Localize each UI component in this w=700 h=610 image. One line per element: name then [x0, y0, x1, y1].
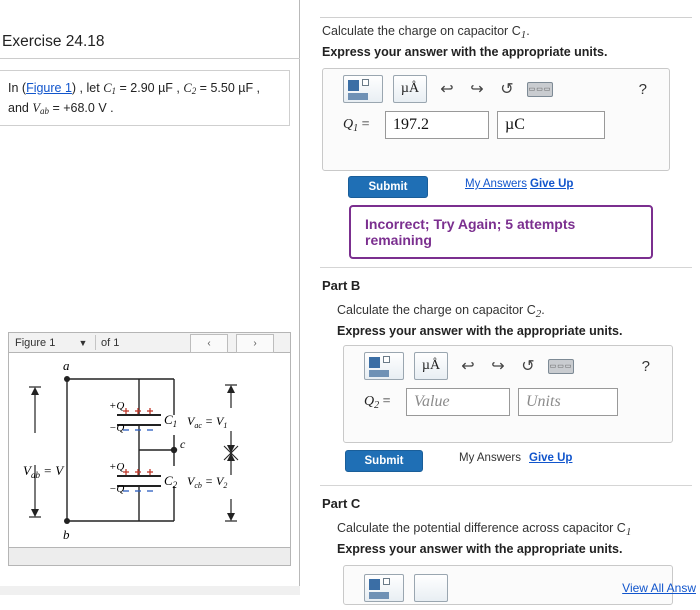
c1-label: C1 [164, 412, 177, 429]
vab-subscript: ab [39, 105, 49, 116]
part-b-question-period: . [541, 303, 545, 317]
part-a-answer-symbol: Q [343, 116, 354, 132]
matrix-icon[interactable] [364, 352, 404, 380]
part-c-question-sub: 1 [625, 526, 632, 538]
exercise-title: Exercise 24.18 [0, 33, 300, 51]
part-c-question: Calculate the potential difference acros… [337, 521, 689, 538]
exercise-title-text: Exercise 24.18 [2, 33, 105, 50]
part-b-entry-row: Q2 = Value Units [344, 388, 672, 426]
part-b-answer-equals: = [379, 393, 391, 409]
part-b-my-answers-link[interactable]: My Answers [459, 452, 521, 464]
keyboard-icon[interactable]: ▭▭▭ [548, 358, 574, 374]
part-c-instruction: Express your answer with the appropriate… [337, 542, 623, 556]
part-a-my-answers-link[interactable]: My Answers [465, 178, 527, 190]
vab-symbol: V [32, 100, 40, 115]
part-a-answer-label: Q1 = [343, 117, 377, 134]
figure-next-button[interactable]: › [236, 334, 274, 353]
part-b-toolbar: µÅ ↩ ↪ ↺ ▭▭▭ ? [344, 346, 672, 388]
part-b-answer-card: µÅ ↩ ↪ ↺ ▭▭▭ ? Q2 = Value Units [343, 345, 673, 443]
part-a-entry-row: Q1 = 197.2 µC [323, 111, 669, 149]
part-a-question: Calculate the charge on capacitor C1. [322, 24, 682, 41]
c2-value: = 5.50 µF , [196, 81, 261, 95]
part-a-give-up-link[interactable]: Give Up [530, 178, 573, 190]
vcb-label: Vcb = V2 [187, 474, 227, 490]
keyboard-icon[interactable]: ▭▭▭ [527, 81, 553, 97]
node-b-label: b [63, 527, 70, 542]
vab-label: Vab = V [23, 463, 65, 480]
reset-icon[interactable]: ↺ [497, 79, 517, 99]
undo-icon[interactable]: ↩ [437, 79, 457, 99]
figure-of-label: of 1 [101, 337, 120, 349]
node-a-label: a [63, 358, 70, 373]
part-a-answer-equals: = [358, 116, 370, 132]
figure-prev-button[interactable]: ‹ [190, 334, 228, 353]
units-icon[interactable]: µÅ [393, 75, 427, 103]
c1-value: = 2.90 µF , [116, 81, 180, 95]
part-b-answer-symbol: Q [364, 393, 375, 409]
part-a-question-text: Calculate the charge on capacitor C [322, 24, 521, 38]
figure-label: Figure 1 [15, 336, 56, 349]
part-b-value-input[interactable]: Value [406, 388, 510, 416]
c2-minus-charge: −Q [109, 483, 124, 495]
problem-prefix: In ( [8, 81, 27, 95]
circuit-diagram: a b c +Q −Q +Q −Q C1 C2 Vab = V Vac = V1… [23, 358, 239, 542]
matrix-icon[interactable] [343, 75, 383, 103]
figure-link[interactable]: Figure 1 [26, 81, 72, 95]
title-divider [0, 58, 300, 59]
node-c-label: c [180, 437, 186, 451]
undo-icon[interactable]: ↩ [458, 356, 478, 376]
right-panel: Calculate the charge on capacitor C1. Ex… [301, 0, 700, 605]
c1-plus-charge: +Q [109, 400, 124, 412]
part-b-submit-button[interactable]: Submit [345, 450, 423, 472]
problem-statement: In (Figure 1) , let C1 = 2.90 µF , C2 = … [0, 70, 290, 126]
part-c-heading: Part C [322, 496, 361, 511]
problem-mid: ) , let [71, 81, 104, 95]
part-b-question-text: Calculate the charge on capacitor C [337, 303, 536, 317]
vab-value: = +68.0 V . [48, 100, 114, 115]
top-divider [320, 17, 692, 18]
figure-dropdown-caret[interactable]: ▼ [71, 333, 95, 352]
figure-canvas[interactable]: a b c +Q −Q +Q −Q C1 C2 Vab = V Vac = V1… [8, 353, 291, 548]
part-a-question-period: . [526, 24, 530, 38]
part-a-toolbar: µÅ ↩ ↪ ↺ ▭▭▭ ? [323, 69, 669, 111]
c2-plus-charge: +Q [109, 461, 124, 473]
c1-symbol: C [103, 81, 112, 95]
part-b-units-input[interactable]: Units [518, 388, 618, 416]
vac-label: Vac = V1 [187, 414, 227, 430]
redo-icon[interactable]: ↪ [467, 79, 487, 99]
units-icon[interactable] [414, 574, 448, 602]
figure-divider [95, 335, 96, 350]
units-icon[interactable]: µÅ [414, 352, 448, 380]
part-a-value-input[interactable]: 197.2 [385, 111, 489, 139]
part-a-feedback: Incorrect; Try Again; 5 attempts remaini… [349, 205, 653, 259]
view-all-answers-link[interactable]: View All Answ [622, 581, 696, 595]
part-b-instruction: Express your answer with the appropriate… [337, 324, 623, 338]
part-b-heading: Part B [322, 278, 361, 293]
c2-symbol: C [183, 81, 192, 95]
part-b-answer-label: Q2 = [364, 394, 398, 411]
problem-line2-prefix: and [8, 100, 33, 115]
help-icon[interactable]: ? [639, 81, 661, 98]
part-a-units-input[interactable]: µC [497, 111, 605, 139]
part-b-divider [320, 267, 692, 268]
page-root: Exercise 24.18 In (Figure 1) , let C1 = … [0, 0, 700, 605]
part-b-question: Calculate the charge on capacitor C2. [337, 303, 687, 320]
figure-toolbar: Figure 1 ▼ of 1 ‹ › [8, 332, 291, 353]
c2-label: C2 [164, 473, 178, 490]
c1-minus-charge: −Q [109, 422, 124, 434]
redo-icon[interactable]: ↪ [488, 356, 508, 376]
part-b-give-up-link[interactable]: Give Up [529, 452, 572, 464]
matrix-icon[interactable] [364, 574, 404, 602]
part-c-question-text: Calculate the potential difference acros… [337, 521, 626, 535]
figure-widget: Figure 1 ▼ of 1 ‹ › a b c +Q −Q +Q −Q C1… [8, 332, 291, 569]
part-a-answer-card: µÅ ↩ ↪ ↺ ▭▭▭ ? Q1 = 197.2 µC [322, 68, 670, 171]
part-a-submit-button[interactable]: Submit [348, 176, 428, 198]
left-panel: Exercise 24.18 In (Figure 1) , let C1 = … [0, 0, 300, 595]
left-scrollbar[interactable] [0, 586, 300, 595]
help-icon[interactable]: ? [642, 358, 664, 375]
part-c-divider [320, 485, 692, 486]
part-a-instruction: Express your answer with the appropriate… [322, 45, 608, 59]
reset-icon[interactable]: ↺ [518, 356, 538, 376]
figure-footer [8, 548, 291, 566]
